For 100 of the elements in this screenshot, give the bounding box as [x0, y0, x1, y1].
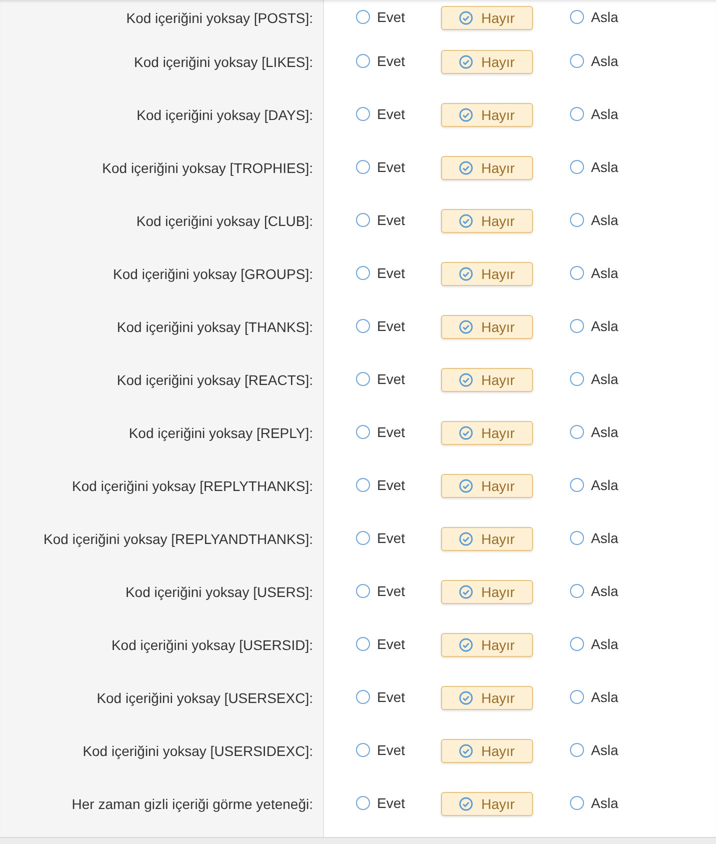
option-label: Evet: [377, 212, 406, 228]
check-circle-icon: [459, 160, 474, 174]
setting-label: Kod içeriğini yoksay [REACTS]:: [116, 372, 313, 388]
radio-button[interactable]: [356, 318, 370, 332]
radio-option[interactable]: Hayır: [441, 50, 533, 74]
radio-button[interactable]: [356, 690, 370, 704]
radio-button[interactable]: [570, 10, 584, 24]
radio-button[interactable]: [570, 54, 584, 68]
radio-option[interactable]: Hayır: [441, 368, 533, 392]
radio-option[interactable]: Hayır: [441, 686, 533, 710]
check-circle-icon: [459, 478, 474, 492]
option-label: Asla: [591, 476, 618, 492]
setting-label: Kod içeriğini yoksay [REPLY]:: [128, 424, 313, 440]
setting-label: Kod içeriğini yoksay [USERS]:: [125, 584, 313, 600]
radio-button[interactable]: [570, 106, 584, 120]
option-label: Evet: [377, 318, 406, 334]
option-label: Evet: [377, 106, 406, 122]
option-label: Evet: [377, 476, 406, 492]
radio-button[interactable]: [570, 636, 584, 650]
option-label: Evet: [377, 52, 406, 68]
option-label: Asla: [591, 106, 618, 122]
check-circle-icon: [459, 532, 474, 546]
setting-label: Kod içeriğini yoksay [THANKS]:: [116, 318, 313, 334]
check-circle-icon: [459, 10, 474, 24]
radio-button[interactable]: [570, 160, 584, 174]
option-label: Asla: [591, 530, 618, 546]
radio-button[interactable]: [356, 530, 370, 544]
check-circle-icon: [459, 584, 474, 598]
check-circle-icon: [459, 108, 474, 122]
radio-option[interactable]: Hayır: [441, 262, 533, 286]
radio-button[interactable]: [356, 796, 370, 810]
check-circle-icon: [459, 214, 474, 228]
radio-button[interactable]: [356, 636, 370, 650]
radio-option[interactable]: Hayır: [441, 474, 533, 498]
radio-button[interactable]: [356, 106, 370, 120]
setting-label: Kod içeriğini yoksay [USERSEXC]:: [96, 690, 313, 706]
check-circle-icon: [459, 320, 474, 334]
radio-button[interactable]: [570, 530, 584, 544]
setting-label: Kod içeriğini yoksay [REPLYTHANKS]:: [72, 478, 313, 494]
option-label: Asla: [591, 370, 618, 386]
radio-button[interactable]: [570, 266, 584, 280]
radio-button[interactable]: [570, 796, 584, 810]
radio-option[interactable]: Hayır: [441, 738, 533, 762]
radio-button[interactable]: [570, 372, 584, 386]
radio-button[interactable]: [570, 690, 584, 704]
option-label: Evet: [377, 582, 406, 598]
radio-button[interactable]: [570, 318, 584, 332]
setting-label: Kod içeriğini yoksay [DAYS]:: [136, 106, 313, 122]
check-circle-icon: [459, 796, 474, 810]
check-circle-icon: [459, 638, 474, 652]
radio-button[interactable]: [356, 584, 370, 598]
radio-option[interactable]: Hayır: [441, 314, 533, 338]
option-label: Asla: [591, 742, 618, 758]
radio-button[interactable]: [356, 10, 370, 24]
option-label: Asla: [591, 318, 618, 334]
radio-button[interactable]: [356, 212, 370, 226]
radio-button[interactable]: [570, 742, 584, 756]
radio-option[interactable]: Hayır: [441, 632, 533, 656]
option-label: Asla: [591, 636, 618, 652]
setting-label: Kod içeriğini yoksay [POSTS]:: [126, 10, 313, 26]
check-circle-icon: [459, 426, 474, 440]
radio-option[interactable]: Hayır: [441, 526, 533, 550]
check-circle-icon: [459, 372, 474, 386]
radio-option[interactable]: Hayır: [441, 580, 533, 604]
radio-option[interactable]: Hayır: [441, 156, 533, 180]
radio-button[interactable]: [356, 160, 370, 174]
radio-button[interactable]: [356, 372, 370, 386]
setting-label: Kod içeriğini yoksay [USERSID]:: [111, 636, 313, 652]
radio-button[interactable]: [356, 478, 370, 492]
setting-label: Kod içeriğini yoksay [TROPHIES]:: [102, 160, 313, 176]
radio-option[interactable]: Hayır: [441, 6, 533, 30]
option-label: Evet: [377, 530, 406, 546]
radio-button[interactable]: [356, 54, 370, 68]
setting-label: Kod içeriğini yoksay [CLUB]:: [136, 212, 313, 228]
check-circle-icon: [459, 54, 474, 68]
radio-option[interactable]: Hayır: [441, 208, 533, 232]
check-circle-icon: [459, 690, 474, 704]
radio-option[interactable]: Hayır: [441, 420, 533, 444]
setting-label: Kod içeriğini yoksay [USERSIDEXC]:: [82, 742, 313, 758]
option-label: Asla: [591, 264, 618, 280]
radio-button[interactable]: [356, 424, 370, 438]
radio-button[interactable]: [570, 584, 584, 598]
option-label: Evet: [377, 794, 406, 810]
option-label: Asla: [591, 794, 618, 810]
option-label: Evet: [377, 370, 406, 386]
check-circle-icon: [459, 266, 474, 280]
radio-button[interactable]: [570, 478, 584, 492]
option-label: Asla: [591, 158, 618, 174]
radio-option[interactable]: Hayır: [441, 102, 533, 126]
radio-button[interactable]: [570, 212, 584, 226]
option-label: Asla: [591, 424, 618, 440]
check-circle-icon: [459, 744, 474, 758]
radio-button[interactable]: [356, 742, 370, 756]
radio-button[interactable]: [356, 266, 370, 280]
setting-label: Kod içeriğini yoksay [LIKES]:: [134, 54, 313, 70]
option-label: Evet: [377, 264, 406, 280]
radio-option[interactable]: Hayır: [441, 792, 533, 816]
option-label: Evet: [377, 742, 406, 758]
radio-button[interactable]: [570, 424, 584, 438]
option-label: Evet: [377, 158, 406, 174]
